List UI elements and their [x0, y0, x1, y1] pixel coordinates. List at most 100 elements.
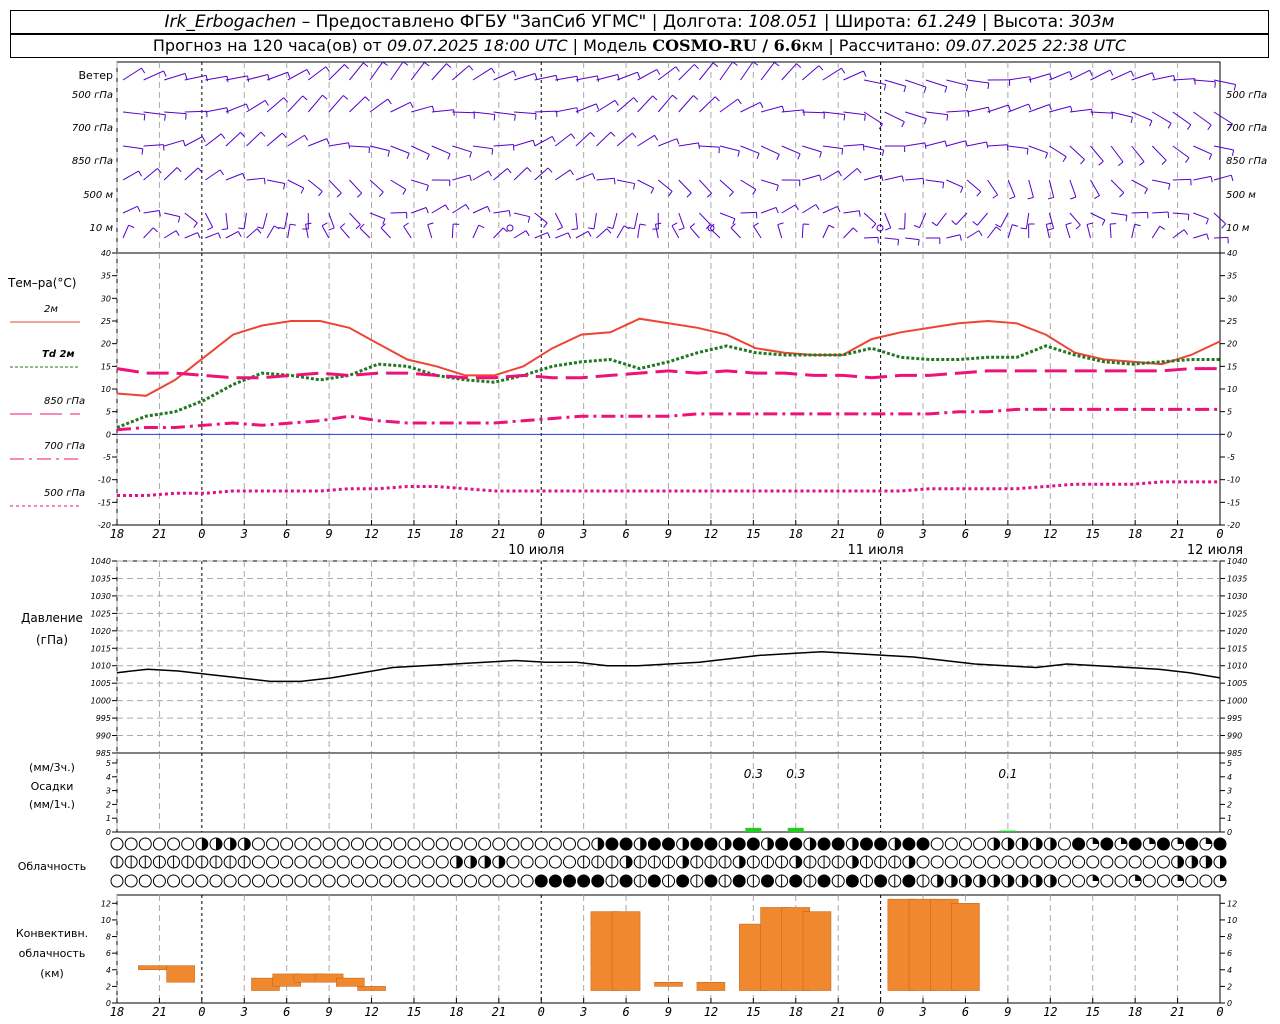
wind-barb: [802, 174, 820, 181]
wind-barb-flag: [426, 154, 430, 160]
cloud-symbol: [1043, 874, 1057, 888]
wind-barb: [1213, 174, 1232, 181]
wind-barb: [122, 224, 130, 239]
cloud-symbol: [619, 855, 633, 869]
wind-barb-flag: [712, 62, 719, 68]
wind-barb: [719, 179, 734, 193]
cloud-symbol: [605, 837, 619, 851]
wind-barb-flag: [143, 114, 146, 121]
cloud-symbol: [874, 874, 888, 888]
cloud-circle: [336, 837, 350, 851]
cloud-symbol: [1043, 855, 1057, 869]
cloud-symbol: [874, 855, 888, 869]
wind-barb-flag: [1159, 225, 1166, 230]
cloud-symbol: [1015, 837, 1029, 851]
conv-bar: [951, 903, 980, 991]
cloud-symbol: [973, 837, 987, 851]
cloud-fill-full: [648, 838, 661, 850]
cloud-circle: [506, 855, 520, 869]
cloud-symbol: [973, 874, 987, 888]
cloud-circle: [944, 855, 958, 869]
wind-barb: [593, 212, 597, 229]
wind-barb-flag: [1109, 69, 1114, 76]
cloud-fill-full: [704, 875, 717, 887]
cloud-fill-full: [577, 875, 590, 887]
cloud-fill-full: [676, 875, 689, 887]
conv-axis-xlabel: 6: [962, 1005, 969, 1019]
wind-barb-flag: [843, 114, 846, 121]
pressure-axis-label-left: 1030: [91, 592, 111, 601]
wind-barb: [905, 177, 924, 181]
temp-axis-label-left: 35: [101, 272, 111, 281]
cloud-symbol: [789, 837, 803, 851]
cloud-symbol: [110, 855, 124, 869]
cloud-symbol: [294, 837, 308, 851]
precip-bar: [745, 827, 762, 832]
legend-td2m-line: Td 2м: [42, 349, 75, 360]
temp-axis-label-right: -15: [1227, 498, 1240, 507]
cloud-fill-quarter: [1205, 838, 1212, 844]
cloud-symbol: [534, 874, 548, 888]
wind-barb: [369, 145, 390, 152]
wind-level-label-left: 500 м: [83, 190, 113, 201]
cloud-fill-half: [498, 856, 505, 868]
wind-barb: [1049, 105, 1071, 113]
cloud-symbol: [563, 855, 577, 869]
wind-label: Ветер: [79, 69, 113, 82]
wind-barb: [616, 132, 633, 147]
temp-axis-label-right: 30: [1227, 294, 1237, 303]
cloud-circle: [492, 874, 506, 888]
cloud-symbol: [124, 874, 138, 888]
temp-title: Тем–ра(°С): [7, 276, 76, 290]
cloud-symbol: [633, 874, 647, 888]
wind-barb-flag: [590, 132, 595, 138]
wind-barb-flag: [1098, 160, 1104, 166]
wind-barb: [205, 133, 222, 147]
cloud-fill-quarter: [1177, 875, 1184, 881]
cloud-fill-half: [894, 838, 901, 850]
wind-barb-flag: [488, 170, 492, 177]
cloud-symbol: [732, 874, 746, 888]
temp-axis-label-left: 10: [101, 385, 111, 394]
cloud-fill-half: [230, 838, 237, 850]
wind-barb: [966, 141, 987, 147]
wind-barb-flag: [513, 70, 517, 77]
cloud-symbol: [478, 855, 492, 869]
cloud-symbol: [336, 855, 350, 869]
cloud-symbol: [1029, 874, 1043, 888]
wind-barb: [369, 212, 386, 220]
cloud-symbol: [421, 837, 435, 851]
cloud-circle: [407, 874, 421, 888]
wind-barb-flag: [863, 70, 867, 77]
temp-axis-label-left: 25: [101, 317, 111, 326]
wind-barb-flag: [1062, 156, 1067, 163]
wind-barb-flag: [387, 98, 392, 105]
wind-barb: [678, 212, 685, 229]
conv-axis-xlabel: 9: [325, 1005, 332, 1019]
cloud-circle: [195, 874, 209, 888]
wind-barb: [1193, 145, 1212, 155]
cloud-symbol: [760, 855, 774, 869]
cloud-symbol: [732, 855, 746, 869]
wind-barb: [719, 145, 740, 152]
wind-barb-flag: [508, 210, 511, 217]
conv-axis-xlabel: 3: [240, 1005, 248, 1019]
cloud-symbol: [874, 837, 888, 851]
wind-barb-flag: [175, 230, 180, 237]
wind-barb-flag: [852, 227, 858, 233]
wind-barb-flag: [965, 85, 969, 92]
cloud-fill-half: [626, 856, 633, 868]
cloud-symbol: [859, 855, 873, 869]
cloud-circle: [1057, 837, 1071, 851]
wind-barb: [555, 232, 569, 239]
conv-axis-label-left: 12: [101, 899, 111, 908]
conv-axis-xlabel: 9: [665, 1005, 672, 1019]
cloud-circle: [407, 837, 421, 851]
wind-barb: [678, 179, 692, 194]
cloud-circle: [1057, 855, 1071, 869]
wind-barb: [266, 97, 285, 113]
cloud-symbol: [647, 855, 661, 869]
cloud-fill-half: [1007, 838, 1014, 850]
cloud-symbol: [987, 837, 1001, 851]
cloud-symbol: [916, 874, 930, 888]
